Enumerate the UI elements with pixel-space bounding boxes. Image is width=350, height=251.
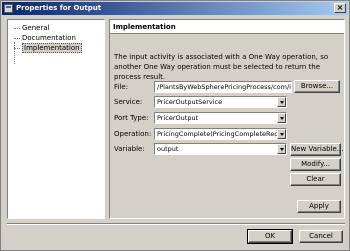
tree-item-documentation[interactable]: Documentation	[12, 33, 76, 43]
chevron-down-icon[interactable]	[277, 113, 286, 123]
operation-combo[interactable]: PricingComplete(PricingCompleteReques	[154, 128, 287, 140]
tree-item-general[interactable]: General	[12, 23, 50, 33]
cancel-button[interactable]: Cancel	[299, 230, 343, 243]
apply-button[interactable]: Apply	[297, 200, 341, 213]
ok-button[interactable]: OK	[247, 229, 293, 244]
port-type-combo[interactable]: PricerOutput	[154, 112, 287, 124]
info-text: The input activity is associated with a …	[114, 53, 329, 81]
close-icon[interactable]: ×	[334, 3, 346, 13]
window-title: Properties for Output	[16, 4, 102, 12]
service-combo[interactable]: PricerOutputService	[154, 96, 287, 108]
new-variable-button[interactable]: New Variable...	[290, 143, 344, 156]
chevron-down-icon[interactable]	[277, 129, 286, 139]
browse-button[interactable]: Browse...	[294, 80, 340, 93]
operation-label: Operation:	[114, 130, 152, 138]
title-bar[interactable]: Properties for Output ×	[2, 2, 348, 15]
panel-title: Implementation	[110, 20, 344, 34]
clear-button[interactable]: Clear	[290, 173, 341, 186]
chevron-down-icon[interactable]	[277, 144, 286, 154]
tree-item-implementation[interactable]: Implementation	[12, 43, 82, 53]
modify-button[interactable]: Modify...	[290, 158, 341, 171]
file-label: File:	[114, 83, 129, 91]
file-field[interactable]: /PlantsByWebSpherePricingProcess/com/ib	[154, 81, 292, 93]
chevron-down-icon[interactable]	[277, 97, 286, 107]
footer-divider	[7, 223, 345, 225]
variable-combo[interactable]: output	[154, 143, 287, 155]
port-type-label: Port Type:	[114, 114, 149, 122]
category-tree: General Documentation Implementation	[7, 19, 105, 219]
variable-label: Variable:	[114, 145, 145, 153]
properties-dialog: Properties for Output × General Document…	[0, 0, 350, 251]
service-label: Service:	[114, 98, 143, 106]
implementation-panel: Implementation The input activity is ass…	[109, 19, 345, 219]
window-icon	[4, 4, 13, 13]
